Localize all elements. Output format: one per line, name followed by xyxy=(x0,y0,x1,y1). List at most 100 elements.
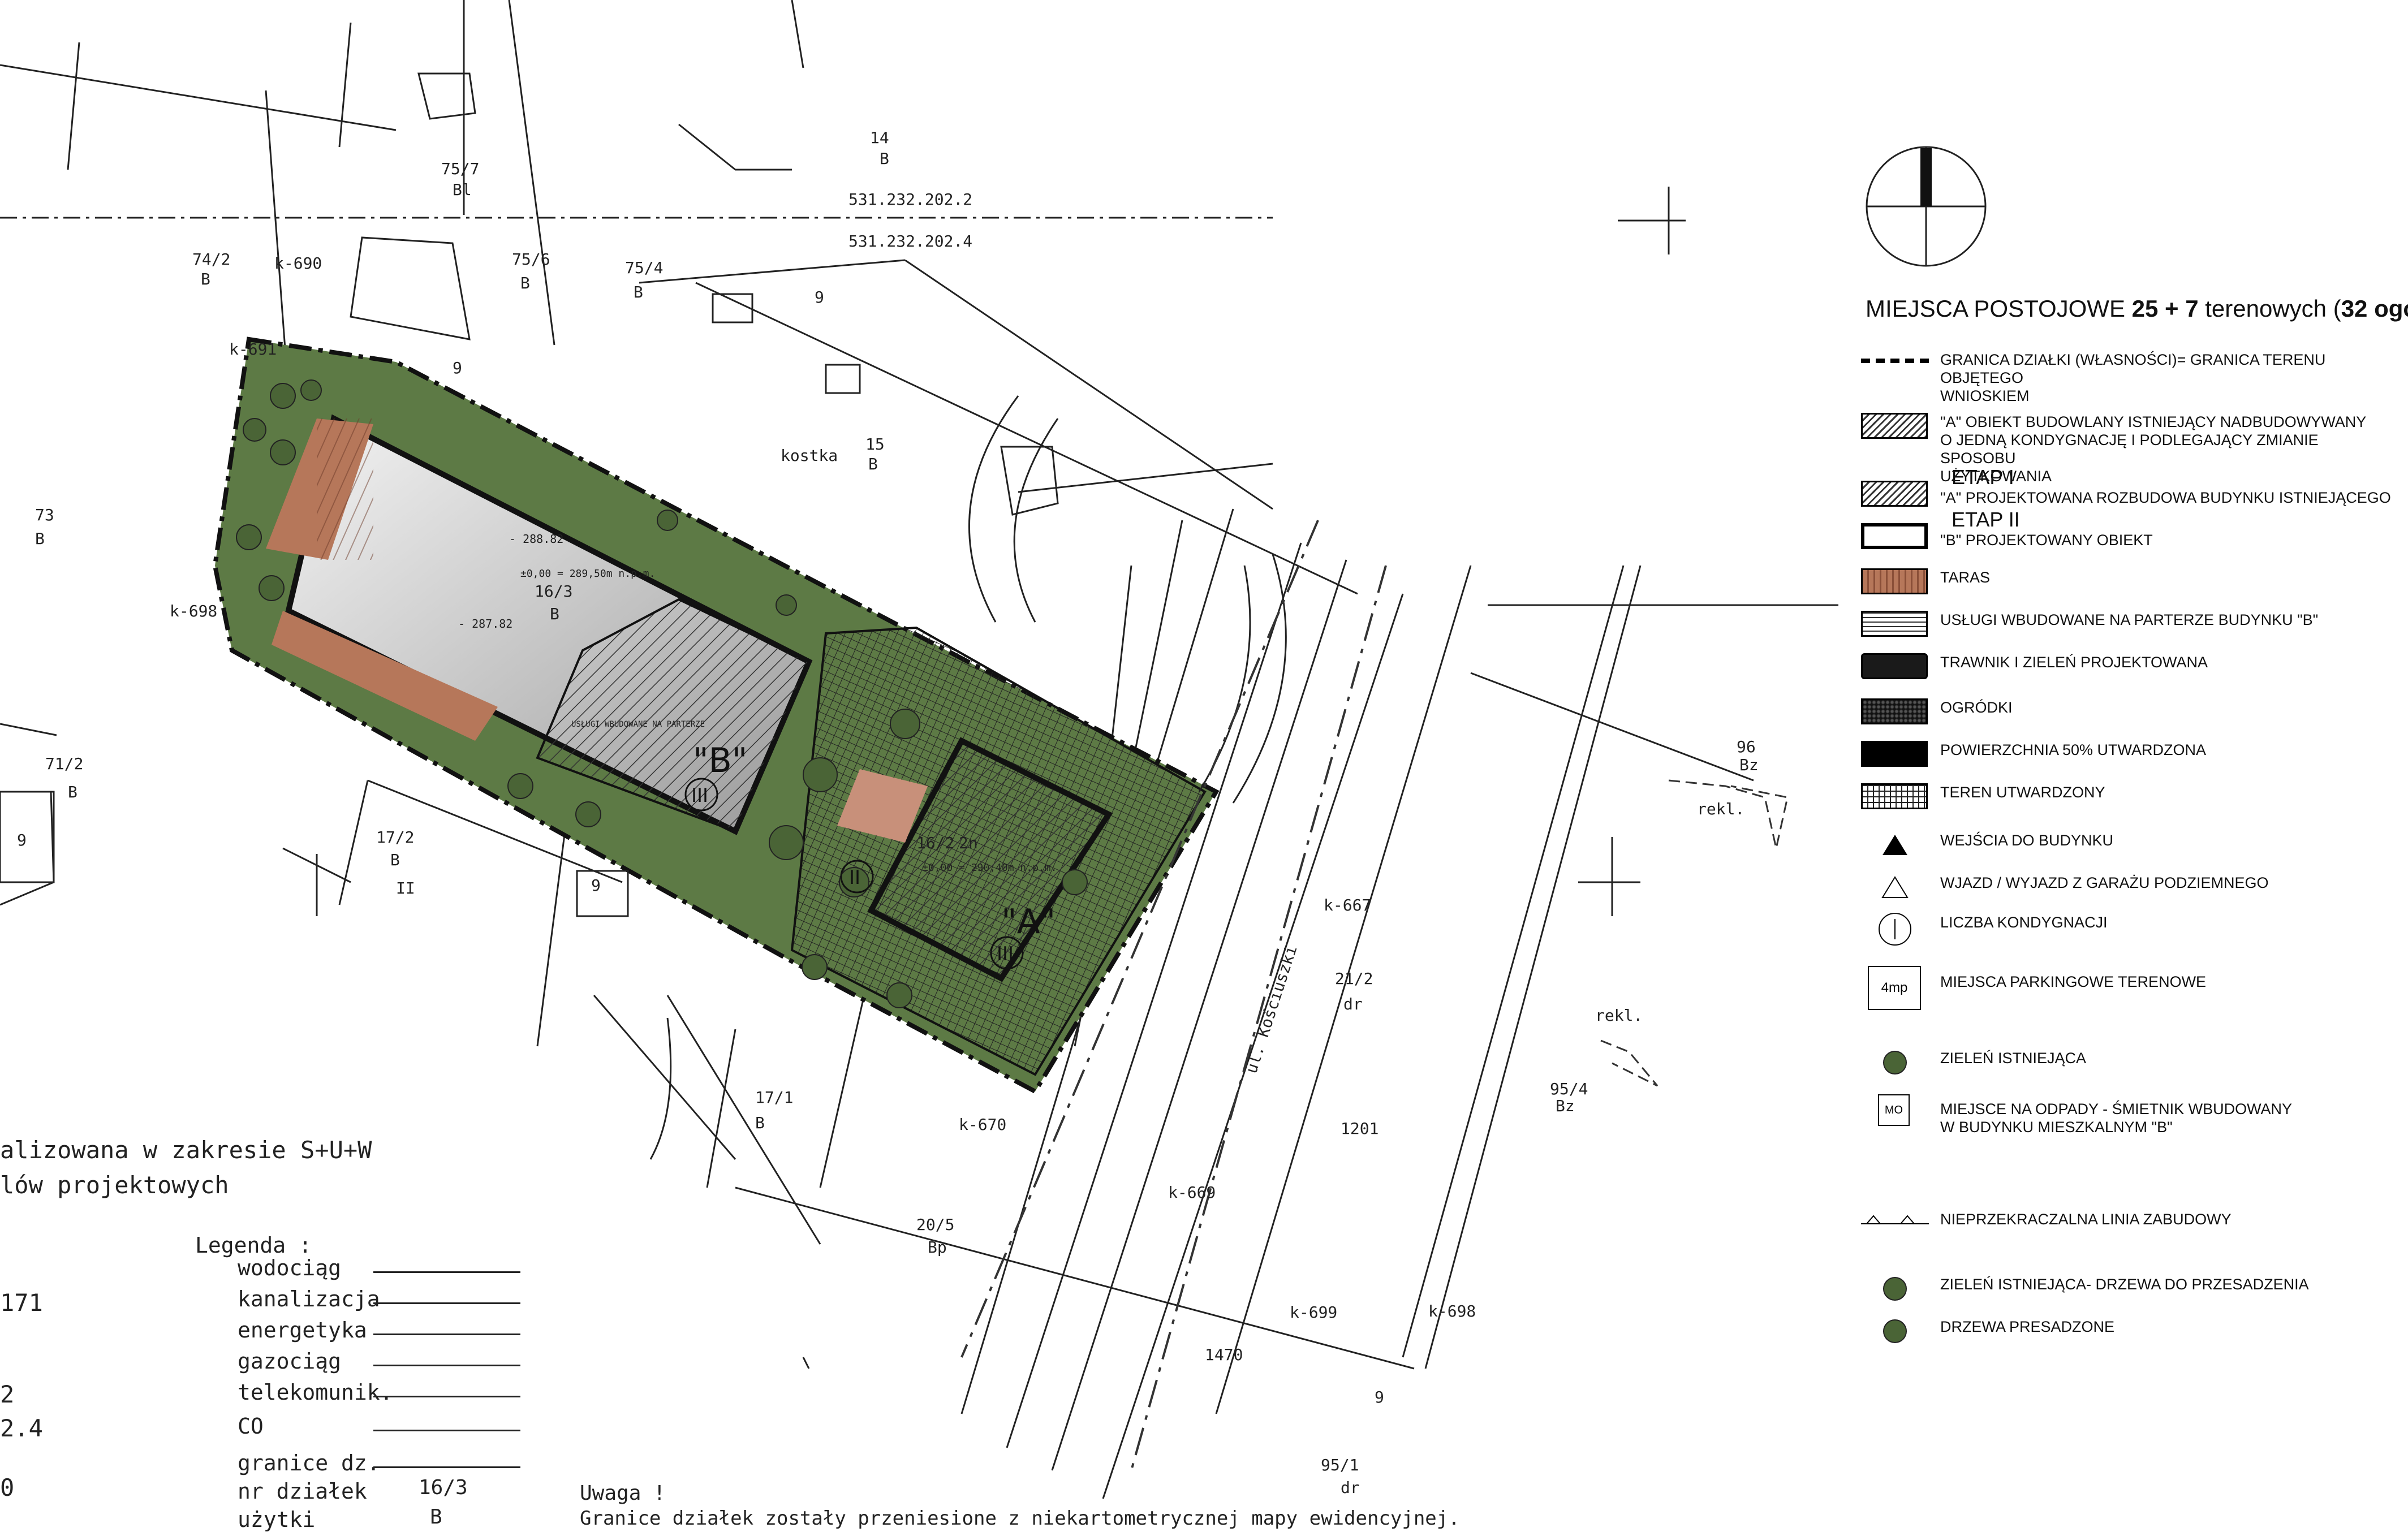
plot-96: 96 xyxy=(1737,737,1756,756)
label-kostka: kostka xyxy=(781,446,838,465)
plot-71-2: 71/2 xyxy=(45,754,83,773)
k698: k-698 xyxy=(170,602,217,620)
nine-5: 9 xyxy=(1375,1388,1384,1406)
utility-legend: Legenda : wodociąg kanalizacja energetyka g… xyxy=(0,1233,1460,1532)
legend-symbol-hatchbox-icon xyxy=(1861,413,1929,440)
legend-row-7: nr działek xyxy=(238,1479,367,1504)
legend-symbol-hatchbox-icon xyxy=(1861,481,1929,508)
legend-label-16: NIEPRZEKRACZALNA LINIA ZABUDOWY xyxy=(1940,1211,2232,1228)
plot-73: 73 xyxy=(35,506,54,524)
legend-row-4: telekomunik. xyxy=(238,1380,393,1405)
legend-label-2: "A" PROJEKTOWANA ROZBUDOWA BUDYNKU ISTNI… xyxy=(1940,489,2391,506)
plot-75-7: 75/7 xyxy=(441,159,479,178)
legend-label-5: USŁUGI WBUDOWANE NA PARTERZE BUDYNKU "B" xyxy=(1940,611,2319,628)
plot-75-4: 75/4 xyxy=(625,258,663,277)
legend-line-1 xyxy=(373,1302,520,1304)
legend-symbol-green-icon xyxy=(1861,653,1929,680)
legend-symbol-tree-icon xyxy=(1861,1049,1929,1076)
legend-row-3: gazociąg xyxy=(238,1349,342,1374)
legend-symbol-box-icon xyxy=(1861,523,1929,550)
legend-label-18: DRZEWA PRESADZONE xyxy=(1940,1318,2115,1335)
note-partial-2: lów projektowych xyxy=(0,1171,229,1199)
k690: k-690 xyxy=(274,254,322,273)
n-1201: 1201 xyxy=(1341,1119,1379,1138)
legend-label-8: POWIERZCHNIA 50% UTWARDZONA xyxy=(1940,741,2207,758)
legend-sample-use: B xyxy=(430,1505,442,1529)
legend-symbol-black-icon xyxy=(1861,741,1929,768)
legend-title: Legenda : xyxy=(195,1233,312,1258)
plot-16-3: 16/3 xyxy=(535,582,572,601)
legend-label-4: TARAS xyxy=(1940,569,1991,586)
building-a-label: "A" xyxy=(1001,902,1056,942)
plot-71-2-use: B xyxy=(68,783,77,801)
plot-15: 15 xyxy=(865,435,885,454)
k667: k-667 xyxy=(1324,896,1371,914)
legend-row-2: energetyka xyxy=(238,1318,367,1343)
street-name: ul. Kościuszki xyxy=(1242,943,1300,1076)
legend-label-12: LICZBA KONDYGNACJI xyxy=(1940,914,2108,931)
parking-summary: MIEJSCA POSTOJOWE 25 + 7 terenowych (32 … xyxy=(1866,295,2408,322)
legend-row-8: użytki xyxy=(238,1507,316,1532)
note-title: Uwaga ! xyxy=(580,1482,666,1505)
floors-b: III xyxy=(691,784,708,807)
nine-2: 9 xyxy=(815,288,824,307)
plot-17-2: 17/2 xyxy=(376,828,414,847)
legend-symbol-circle-icon xyxy=(1861,913,1929,946)
plot-73-use: B xyxy=(35,529,45,548)
plot-16-2-use: 2n xyxy=(959,834,978,852)
plot-15-use: B xyxy=(868,455,878,473)
plot-17-2-floors: II xyxy=(396,879,415,897)
k669: k-669 xyxy=(1168,1183,1216,1202)
legend-label-7: OGRÓDKI xyxy=(1940,699,2013,716)
legend-line-5 xyxy=(373,1430,520,1431)
legend-label-14: ZIELEŃ ISTNIEJĄCA xyxy=(1940,1050,2087,1067)
elev-1: - 288.82 xyxy=(509,532,563,546)
legend-label-11: WJAZD / WYJAZD Z GARAŻU PODZIEMNEGO xyxy=(1940,874,2269,891)
plot-75-7-use: Bl xyxy=(453,180,472,199)
legend-symbol-tri-icon xyxy=(1861,874,1929,901)
plot-74-2-use: B xyxy=(201,270,210,288)
legend-stage-3: ETAP II xyxy=(1952,508,2020,531)
note-partial-1: alizowana w zakresie S+U+W xyxy=(0,1136,372,1164)
legend-symbol-grid-icon xyxy=(1861,783,1929,810)
legend-row-5: CO xyxy=(238,1414,264,1439)
legend-symbol-bin-icon: MO xyxy=(1861,1094,1929,1127)
plot-95-4-use: Bz xyxy=(1556,1097,1575,1115)
plot-21-2: 21/2 xyxy=(1335,969,1373,988)
plot-21-2-use: dr xyxy=(1343,995,1363,1013)
legend-label-17: ZIELEŃ ISTNIEJĄCA- DRZEWA DO PRZESADZENI… xyxy=(1940,1276,2309,1293)
legend-line-2 xyxy=(373,1334,520,1335)
coord-2: 531.232.202.4 xyxy=(848,232,972,251)
k670: k-670 xyxy=(959,1115,1006,1134)
elev-a: ±0,00 = 290,40m n.p.m. xyxy=(922,862,1057,874)
legend-symbol-tri-fill-icon xyxy=(1861,831,1929,858)
legend-row-1: kanalizacja xyxy=(238,1287,380,1311)
elev-b: ±0,00 = 289,50m n.p.m. xyxy=(520,568,655,580)
legend-symbol-parking-icon: 4mp xyxy=(1861,966,1929,1010)
rekl-1: rekl. xyxy=(1697,800,1744,818)
note-text: Granice działek zostały przeniesione z n… xyxy=(580,1507,1460,1530)
legend-row-0: wodociąg xyxy=(238,1255,342,1280)
plot-75-4-use: B xyxy=(634,283,643,301)
coord-1: 531.232.202.2 xyxy=(848,190,972,209)
legend-symbol-tree-icon xyxy=(1861,1275,1929,1302)
nine-3: 9 xyxy=(17,831,27,849)
plot-74-2: 74/2 xyxy=(192,250,230,269)
legend-symbol-zabudowa-icon xyxy=(1861,1210,1929,1237)
legend-symbol-stripesbox-icon xyxy=(1861,611,1929,638)
k698b: k-698 xyxy=(1428,1302,1476,1320)
legend-label-6: TRAWNIK I ZIELEŃ PROJEKTOWANA xyxy=(1940,654,2208,671)
legend-line-0 xyxy=(373,1271,520,1273)
legend-row-6: granice dz. xyxy=(238,1451,380,1475)
legend-sample-nr: 16/3 xyxy=(419,1476,468,1499)
legend-label-0: GRANICA DZIAŁKI (WŁASNOŚCI)= GRANICA TER… xyxy=(1940,351,2326,404)
plot-17-1-use: B xyxy=(755,1114,765,1132)
legend-label-15: MIEJSCE NA ODPADY - ŚMIETNIK WBUDOWANY W… xyxy=(1940,1101,2293,1136)
legend-label-9: TEREN UTWARDZONY xyxy=(1940,784,2105,801)
legend-label-3: "B" PROJEKTOWANY OBIEKT xyxy=(1940,532,2153,549)
plot-14: 14 xyxy=(870,128,889,147)
legend-line-3 xyxy=(373,1365,520,1366)
plot-14-use: B xyxy=(880,149,889,168)
plot-95-1-use: dr xyxy=(1341,1478,1360,1497)
plot-75-6: 75/6 xyxy=(512,250,550,269)
